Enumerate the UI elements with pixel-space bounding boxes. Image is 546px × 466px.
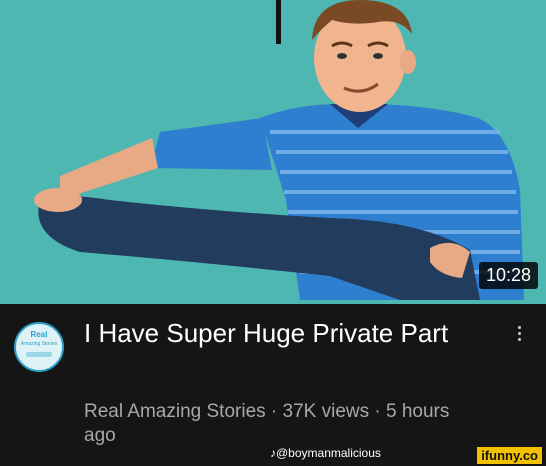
- ifunny-watermark: ifunny.co: [477, 447, 542, 464]
- avatar-bar: [26, 352, 52, 357]
- channel-avatar[interactable]: Real Amazing Stories: [14, 322, 64, 372]
- avatar-text-line1: Real: [30, 330, 48, 339]
- video-meta: Real Amazing Stories · 37K views · 5 hou…: [84, 401, 450, 446]
- more-options-icon[interactable]: [516, 326, 522, 341]
- video-title[interactable]: I Have Super Huge Private Part: [84, 318, 484, 348]
- cartoon-illustration: [34, 0, 524, 301]
- video-info-panel: Real Amazing Stories I Have Super Huge P…: [0, 304, 546, 466]
- tiktok-watermark: ♪@boymanmalicious: [270, 446, 381, 460]
- video-thumbnail[interactable]: 10:28: [0, 0, 546, 304]
- avatar-text-line2: Amazing Stories: [20, 341, 58, 347]
- video-duration-badge: 10:28: [478, 262, 538, 289]
